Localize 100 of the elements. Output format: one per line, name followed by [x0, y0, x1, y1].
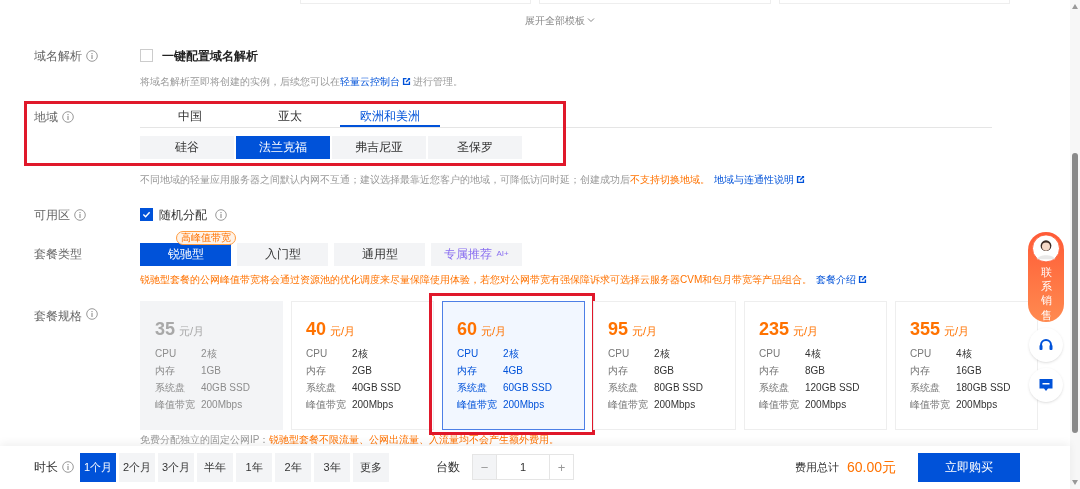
city-option[interactable]: 弗吉尼亚 — [332, 135, 426, 159]
checkbox-label: 随机分配 — [159, 206, 207, 224]
info-icon — [74, 208, 86, 221]
spec-value: 200Mbps — [503, 397, 545, 412]
field-label: 可用区 — [34, 206, 70, 224]
price-unit: 元/月 — [481, 323, 507, 339]
spec-value: 2核 — [503, 346, 519, 361]
plan-price: 60 — [457, 317, 478, 341]
duration-option[interactable]: 1个月 — [80, 452, 116, 482]
field-label: 台数 — [436, 459, 460, 477]
plan-card[interactable]: 235 元/月 CPU 4核 内存 8GB 系统盘 120GB SSD 峰值带宽 200Mbps — [744, 300, 887, 430]
spec-value: 200Mbps — [956, 397, 998, 412]
warning-text: 不支持切换地域。 — [630, 172, 710, 187]
scroll-down-icon — [1072, 480, 1078, 485]
city-option[interactable]: 圣保罗 — [428, 135, 522, 159]
field-label: 时长 — [34, 459, 58, 477]
info-icon — [86, 49, 98, 62]
spec-value: 1GB — [201, 363, 221, 378]
spec-name: 内存 — [910, 363, 931, 378]
spec-value: 80GB SSD — [654, 380, 703, 395]
spec-value: 40GB SSD — [201, 380, 250, 395]
chat-button[interactable] — [1029, 368, 1063, 402]
spec-name: 峰值带宽 — [306, 397, 347, 412]
warning-text: 锐驰型套餐不限流量、公网出流量、入流量均不会产生额外费用。 — [269, 433, 560, 446]
duration-option[interactable]: 1年 — [236, 452, 272, 482]
plan-card[interactable]: 95 元/月 CPU 2核 内存 8GB 系统盘 80GB SSD 峰值带宽 200Mbps — [593, 300, 736, 430]
spec-name: 系统盘 — [155, 380, 186, 395]
spec-name: 峰值带宽 — [608, 397, 649, 412]
spec-value: 4核 — [805, 346, 821, 361]
duration-option[interactable]: 半年 — [197, 452, 233, 482]
spec-name: 内存 — [457, 363, 478, 378]
plan-card[interactable]: 355 元/月 CPU 4核 内存 16GB 系统盘 180GB SSD 峰值带宽 200Mbps — [895, 300, 1038, 430]
scrollbar-thumb[interactable] — [1072, 153, 1078, 433]
region-tab[interactable]: 中国 — [140, 106, 240, 127]
info-icon — [215, 208, 227, 221]
region-tab[interactable]: 欧洲和美洲 — [340, 106, 440, 127]
spec-name: 内存 — [608, 363, 629, 378]
plan-type-option[interactable]: 入门型 — [237, 242, 328, 266]
plan-card[interactable]: 40 元/月 CPU 2核 内存 2GB 系统盘 40GB SSD 峰值带宽 200Mbps — [291, 300, 434, 430]
check-icon — [142, 210, 151, 220]
city-option[interactable]: 硅谷 — [140, 135, 234, 159]
duration-option[interactable]: 3个月 — [158, 452, 194, 482]
region-info-link[interactable]: 地域与连通性说明 — [714, 171, 794, 187]
plan-type-option[interactable]: 通用型 — [334, 242, 425, 266]
spec-value: 8GB — [805, 363, 825, 378]
headset-icon — [1038, 337, 1054, 353]
spec-name: 系统盘 — [608, 380, 639, 395]
price-unit: 元/月 — [632, 323, 658, 339]
price-unit: 元/月 — [944, 323, 970, 339]
spec-name: 内存 — [306, 363, 327, 378]
headset-button[interactable] — [1029, 328, 1063, 362]
price-unit: 元/月 — [793, 323, 819, 339]
plan-card[interactable]: 60 元/月 CPU 2核 内存 4GB 系统盘 60GB SSD 峰值带宽 200Mbps — [442, 300, 585, 430]
plan-type-option[interactable]: 锐驰型 — [140, 242, 231, 266]
spec-name: 系统盘 — [306, 380, 337, 395]
city-option[interactable]: 法兰克福 — [236, 135, 330, 159]
external-link-icon — [796, 174, 805, 184]
duration-option[interactable]: 2年 — [275, 452, 311, 482]
spec-value: 2核 — [352, 346, 368, 361]
info-icon — [86, 307, 98, 320]
spec-value: 180GB SSD — [956, 380, 1011, 395]
spec-name: CPU — [155, 346, 178, 361]
quantity-field[interactable]: 1 — [497, 454, 549, 481]
plan-price: 35 — [155, 317, 176, 341]
spec-value: 200Mbps — [654, 397, 696, 412]
buy-now-button[interactable]: 立即购买 — [918, 452, 1020, 482]
plan-price: 355 — [910, 317, 941, 341]
field-label: 套餐规格 — [34, 307, 82, 325]
chevron-down-icon — [587, 16, 595, 25]
duration-option[interactable]: 更多 — [353, 452, 389, 482]
spec-value: 4核 — [956, 346, 972, 361]
field-label: 地域 — [34, 109, 58, 127]
spec-name: CPU — [457, 346, 480, 361]
hint-text: 将域名解析至即将创建的实例，后续您可以在 — [140, 74, 340, 89]
spec-name: CPU — [306, 346, 329, 361]
spec-name: 峰值带宽 — [155, 397, 196, 412]
external-link-icon — [402, 76, 411, 86]
duration-option[interactable]: 3年 — [314, 452, 350, 482]
spec-name: 峰值带宽 — [759, 397, 800, 412]
console-link[interactable]: 轻量云控制台 — [340, 73, 400, 89]
spec-value: 16GB — [956, 363, 982, 378]
expand-templates-link[interactable]: 展开全部模板 — [525, 12, 595, 28]
total-price: 60.00元 — [846, 457, 896, 477]
hint-text: 进行管理。 — [413, 74, 463, 89]
checkbox[interactable] — [140, 208, 153, 222]
spec-name: 峰值带宽 — [457, 397, 498, 412]
region-note: 不同地域的轻量应用服务器之间默认内网不互通；建议选择最靠近您客户的地域，可降低访问时延；创建成功后 — [140, 172, 630, 187]
region-tab[interactable]: 亚太 — [240, 106, 340, 127]
plan-info-link[interactable]: 套餐介绍 — [816, 271, 857, 287]
duration-option[interactable]: 2个月 — [119, 452, 155, 482]
spec-name: 系统盘 — [759, 380, 790, 395]
spec-name: 内存 — [759, 363, 780, 378]
plan-type-option[interactable]: 专属推荐 AI+ — [431, 242, 522, 266]
spec-value: 200Mbps — [805, 397, 847, 412]
total-label: 费用总计 — [794, 460, 839, 476]
spec-value: 200Mbps — [352, 397, 394, 412]
spec-value: 4GB — [503, 363, 523, 378]
info-icon — [62, 111, 74, 124]
chat-icon — [1038, 377, 1054, 393]
spec-value: 8GB — [654, 363, 674, 378]
